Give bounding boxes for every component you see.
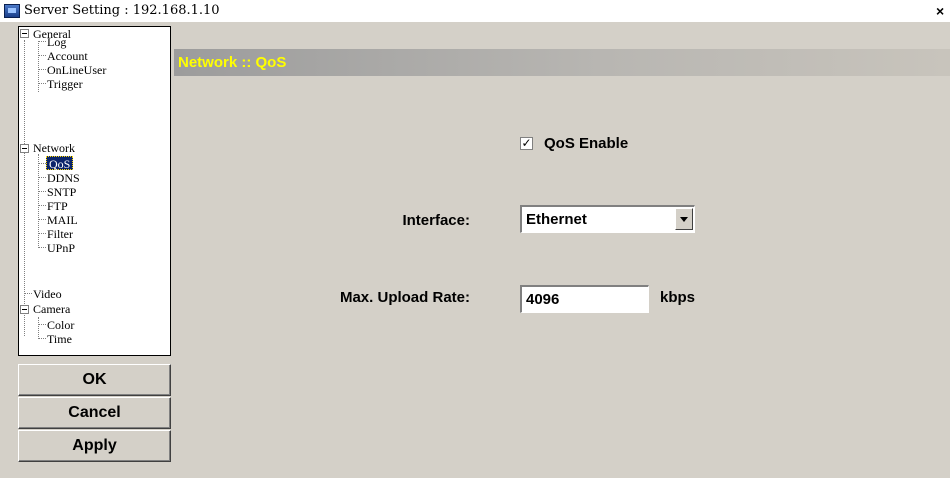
qos-enable-checkbox[interactable]: ✓ <box>520 137 533 150</box>
upload-rate-label: Max. Upload Rate: <box>339 289 470 306</box>
tree-item-log[interactable]: Log <box>47 35 66 49</box>
upload-rate-unit: kbps <box>660 289 696 306</box>
tree-item-account[interactable]: Account <box>47 49 88 63</box>
title-bar: Server Setting : 192.168.1.10 × <box>0 0 950 22</box>
qos-enable-label[interactable]: QoS Enable <box>544 135 628 152</box>
tree-connector <box>38 83 46 84</box>
chevron-down-icon[interactable] <box>675 208 693 230</box>
collapse-camera-icon[interactable] <box>20 305 29 314</box>
tree-item-upnp[interactable]: UPnP <box>47 241 75 255</box>
tree-connector <box>38 219 46 220</box>
ok-button[interactable]: OK <box>18 364 171 396</box>
tree-connector <box>38 177 46 178</box>
tree-connector <box>38 41 46 42</box>
tree-item-onlineuser[interactable]: OnLineUser <box>47 63 106 77</box>
tree-connector <box>38 338 46 339</box>
tree-connector <box>38 69 46 70</box>
panel-header: Network :: QoS <box>174 49 950 76</box>
interface-value: Ethernet <box>526 211 587 228</box>
panel-title: Network :: QoS <box>178 54 287 71</box>
tree-item-video[interactable]: Video <box>33 287 62 301</box>
settings-tree: General Log Account OnLineUser Trigger N… <box>18 26 171 356</box>
tree-item-color[interactable]: Color <box>47 318 74 332</box>
tree-item-camera[interactable]: Camera <box>33 302 70 316</box>
cancel-button[interactable]: Cancel <box>18 397 171 429</box>
collapse-general-icon[interactable] <box>20 29 29 38</box>
tree-connector <box>38 191 46 192</box>
tree-item-filter[interactable]: Filter <box>47 227 73 241</box>
tree-connector <box>38 205 46 206</box>
close-button[interactable]: × <box>936 2 950 20</box>
app-window-icon <box>4 4 20 18</box>
tree-item-sntp[interactable]: SNTP <box>47 185 76 199</box>
tree-item-qos[interactable]: QoS <box>46 156 74 171</box>
server-setting-window: Server Setting : 192.168.1.10 × General … <box>0 0 950 478</box>
apply-button[interactable]: Apply <box>18 430 171 462</box>
tree-item-network[interactable]: Network <box>33 141 75 155</box>
upload-rate-input[interactable] <box>520 285 649 313</box>
tree-connector <box>24 40 25 336</box>
tree-connector <box>24 293 32 294</box>
collapse-network-icon[interactable] <box>20 144 29 153</box>
tree-connector <box>38 41 39 92</box>
interface-label: Interface: <box>402 212 470 229</box>
tree-connector <box>38 163 46 164</box>
window-title: Server Setting : 192.168.1.10 <box>24 3 220 18</box>
tree-connector <box>38 233 46 234</box>
tree-item-trigger[interactable]: Trigger <box>47 77 83 91</box>
tree-item-mail[interactable]: MAIL <box>47 213 78 227</box>
tree-connector <box>38 247 46 248</box>
interface-select[interactable]: Ethernet <box>520 205 695 233</box>
tree-connector <box>38 324 46 325</box>
tree-item-ftp[interactable]: FTP <box>47 199 68 213</box>
tree-connector <box>38 317 39 339</box>
tree-item-time[interactable]: Time <box>47 332 72 346</box>
tree-connector <box>38 55 46 56</box>
tree-item-ddns[interactable]: DDNS <box>47 171 80 185</box>
